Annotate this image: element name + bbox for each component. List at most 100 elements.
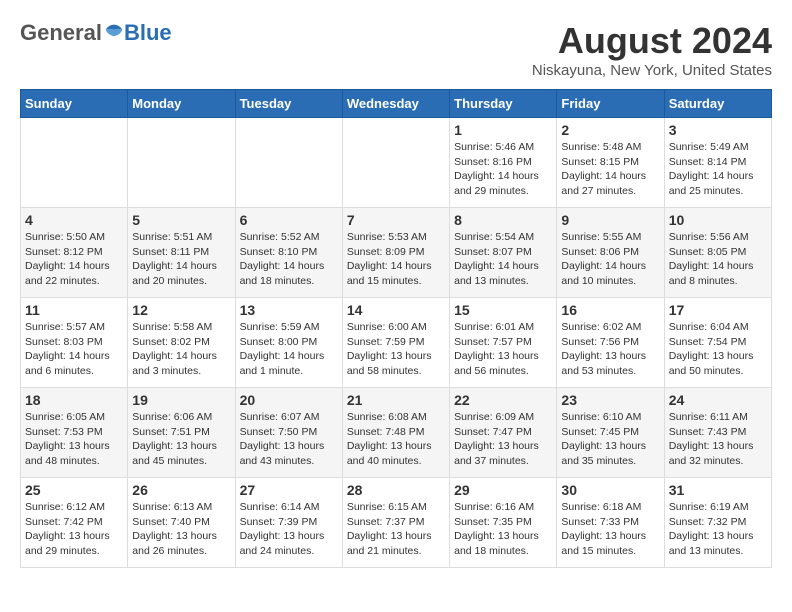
day-number: 16 (561, 302, 659, 318)
day-number: 29 (454, 482, 552, 498)
day-number: 10 (669, 212, 767, 228)
day-number: 22 (454, 392, 552, 408)
calendar-cell: 5 Sunrise: 5:51 AM Sunset: 8:11 PM Daylig… (128, 208, 235, 298)
calendar-cell: 14Sunrise: 6:00 AM Sunset: 7:59 PM Dayli… (342, 298, 449, 388)
day-content: Sunrise: 5:55 AM Sunset: 8:06 PM Dayligh… (561, 230, 659, 289)
calendar-cell: 15Sunrise: 6:01 AM Sunset: 7:57 PM Dayli… (450, 298, 557, 388)
calendar-cell: 29 Sunrise: 6:16 AM Sunset: 7:35 PM Dayli… (450, 478, 557, 568)
calendar-cell: 6Sunrise: 5:52 AM Sunset: 8:10 PM Daylig… (235, 208, 342, 298)
day-number: 25 (25, 482, 123, 498)
day-number: 28 (347, 482, 445, 498)
day-number: 4 (25, 212, 123, 228)
day-number: 11 (25, 302, 123, 318)
calendar-cell: 1 Sunrise: 5:46 AM Sunset: 8:16 PM Daylig… (450, 118, 557, 208)
day-content: Sunrise: 5:54 AM Sunset: 8:07 PM Dayligh… (454, 230, 552, 289)
calendar-cell: 7 Sunrise: 5:53 AM Sunset: 8:09 PM Daylig… (342, 208, 449, 298)
calendar-table: SundayMondayTuesdayWednesdayThursdayFrid… (20, 89, 772, 568)
weekday-header-wednesday: Wednesday (342, 90, 449, 118)
day-number: 14 (347, 302, 445, 318)
day-content: Sunrise: 5:49 AM Sunset: 8:14 PM Dayligh… (669, 140, 767, 199)
day-number: 20 (240, 392, 338, 408)
day-content: Sunrise: 6:08 AM Sunset: 7:48 PM Dayligh… (347, 410, 445, 469)
calendar-cell (235, 118, 342, 208)
calendar-cell (342, 118, 449, 208)
day-number: 27 (240, 482, 338, 498)
day-content: Sunrise: 6:14 AM Sunset: 7:39 PM Dayligh… (240, 500, 338, 559)
day-content: Sunrise: 6:05 AM Sunset: 7:53 PM Dayligh… (25, 410, 123, 469)
calendar-row-1: 1 Sunrise: 5:46 AM Sunset: 8:16 PM Daylig… (21, 118, 772, 208)
calendar-cell: 4 Sunrise: 5:50 AM Sunset: 8:12 PM Daylig… (21, 208, 128, 298)
calendar-cell: 21 Sunrise: 6:08 AM Sunset: 7:48 PM Dayli… (342, 388, 449, 478)
day-number: 5 (132, 212, 230, 228)
day-number: 26 (132, 482, 230, 498)
calendar-cell (21, 118, 128, 208)
day-content: Sunrise: 5:51 AM Sunset: 8:11 PM Dayligh… (132, 230, 230, 289)
calendar-cell: 9 Sunrise: 5:55 AM Sunset: 8:06 PM Daylig… (557, 208, 664, 298)
day-content: Sunrise: 6:18 AM Sunset: 7:33 PM Dayligh… (561, 500, 659, 559)
calendar-cell: 25Sunrise: 6:12 AM Sunset: 7:42 PM Dayli… (21, 478, 128, 568)
day-content: Sunrise: 5:57 AM Sunset: 8:03 PM Dayligh… (25, 320, 123, 379)
calendar-cell: 8 Sunrise: 5:54 AM Sunset: 8:07 PM Daylig… (450, 208, 557, 298)
calendar-cell: 11 Sunrise: 5:57 AM Sunset: 8:03 PM Dayli… (21, 298, 128, 388)
page-header: General Blue August 2024 Niskayuna, New … (20, 20, 772, 79)
day-number: 8 (454, 212, 552, 228)
calendar-row-3: 11 Sunrise: 5:57 AM Sunset: 8:03 PM Dayli… (21, 298, 772, 388)
weekday-header-row: SundayMondayTuesdayWednesdayThursdayFrid… (21, 90, 772, 118)
day-number: 13 (240, 302, 338, 318)
day-content: Sunrise: 5:46 AM Sunset: 8:16 PM Dayligh… (454, 140, 552, 199)
title-section: August 2024 Niskayuna, New York, United … (532, 20, 772, 79)
calendar-cell: 22 Sunrise: 6:09 AM Sunset: 7:47 PM Dayli… (450, 388, 557, 478)
day-number: 30 (561, 482, 659, 498)
logo: General Blue (20, 20, 172, 46)
weekday-header-tuesday: Tuesday (235, 90, 342, 118)
month-year: August 2024 (532, 20, 772, 62)
day-content: Sunrise: 6:16 AM Sunset: 7:35 PM Dayligh… (454, 500, 552, 559)
day-number: 18 (25, 392, 123, 408)
location: Niskayuna, New York, United States (532, 62, 772, 79)
day-number: 9 (561, 212, 659, 228)
day-number: 2 (561, 122, 659, 138)
day-content: Sunrise: 6:15 AM Sunset: 7:37 PM Dayligh… (347, 500, 445, 559)
day-content: Sunrise: 5:59 AM Sunset: 8:00 PM Dayligh… (240, 320, 338, 379)
day-number: 17 (669, 302, 767, 318)
calendar-cell: 24 Sunrise: 6:11 AM Sunset: 7:43 PM Dayli… (664, 388, 771, 478)
day-content: Sunrise: 5:52 AM Sunset: 8:10 PM Dayligh… (240, 230, 338, 289)
day-number: 1 (454, 122, 552, 138)
calendar-cell: 28 Sunrise: 6:15 AM Sunset: 7:37 PM Dayli… (342, 478, 449, 568)
logo-icon (104, 23, 124, 43)
weekday-header-monday: Monday (128, 90, 235, 118)
day-content: Sunrise: 6:06 AM Sunset: 7:51 PM Dayligh… (132, 410, 230, 469)
day-number: 23 (561, 392, 659, 408)
day-number: 24 (669, 392, 767, 408)
day-content: Sunrise: 5:58 AM Sunset: 8:02 PM Dayligh… (132, 320, 230, 379)
day-number: 15 (454, 302, 552, 318)
calendar-cell: 2 Sunrise: 5:48 AM Sunset: 8:15 PM Daylig… (557, 118, 664, 208)
day-content: Sunrise: 6:10 AM Sunset: 7:45 PM Dayligh… (561, 410, 659, 469)
calendar-cell: 17 Sunrise: 6:04 AM Sunset: 7:54 PM Dayli… (664, 298, 771, 388)
day-content: Sunrise: 5:56 AM Sunset: 8:05 PM Dayligh… (669, 230, 767, 289)
weekday-header-saturday: Saturday (664, 90, 771, 118)
calendar-cell: 16Sunrise: 6:02 AM Sunset: 7:56 PM Dayli… (557, 298, 664, 388)
calendar-cell: 10 Sunrise: 5:56 AM Sunset: 8:05 PM Dayli… (664, 208, 771, 298)
weekday-header-sunday: Sunday (21, 90, 128, 118)
day-number: 31 (669, 482, 767, 498)
day-number: 21 (347, 392, 445, 408)
day-content: Sunrise: 6:07 AM Sunset: 7:50 PM Dayligh… (240, 410, 338, 469)
day-content: Sunrise: 5:53 AM Sunset: 8:09 PM Dayligh… (347, 230, 445, 289)
day-content: Sunrise: 6:04 AM Sunset: 7:54 PM Dayligh… (669, 320, 767, 379)
logo-blue: Blue (124, 20, 172, 46)
calendar-row-2: 4 Sunrise: 5:50 AM Sunset: 8:12 PM Daylig… (21, 208, 772, 298)
calendar-cell: 13 Sunrise: 5:59 AM Sunset: 8:00 PM Dayli… (235, 298, 342, 388)
day-number: 7 (347, 212, 445, 228)
calendar-cell: 31Sunrise: 6:19 AM Sunset: 7:32 PM Dayli… (664, 478, 771, 568)
day-number: 19 (132, 392, 230, 408)
calendar-cell: 20 Sunrise: 6:07 AM Sunset: 7:50 PM Dayli… (235, 388, 342, 478)
calendar-row-5: 25Sunrise: 6:12 AM Sunset: 7:42 PM Dayli… (21, 478, 772, 568)
calendar-row-4: 18 Sunrise: 6:05 AM Sunset: 7:53 PM Dayli… (21, 388, 772, 478)
day-content: Sunrise: 6:09 AM Sunset: 7:47 PM Dayligh… (454, 410, 552, 469)
day-content: Sunrise: 5:50 AM Sunset: 8:12 PM Dayligh… (25, 230, 123, 289)
day-number: 12 (132, 302, 230, 318)
calendar-cell: 18 Sunrise: 6:05 AM Sunset: 7:53 PM Dayli… (21, 388, 128, 478)
day-content: Sunrise: 5:48 AM Sunset: 8:15 PM Dayligh… (561, 140, 659, 199)
day-content: Sunrise: 6:11 AM Sunset: 7:43 PM Dayligh… (669, 410, 767, 469)
